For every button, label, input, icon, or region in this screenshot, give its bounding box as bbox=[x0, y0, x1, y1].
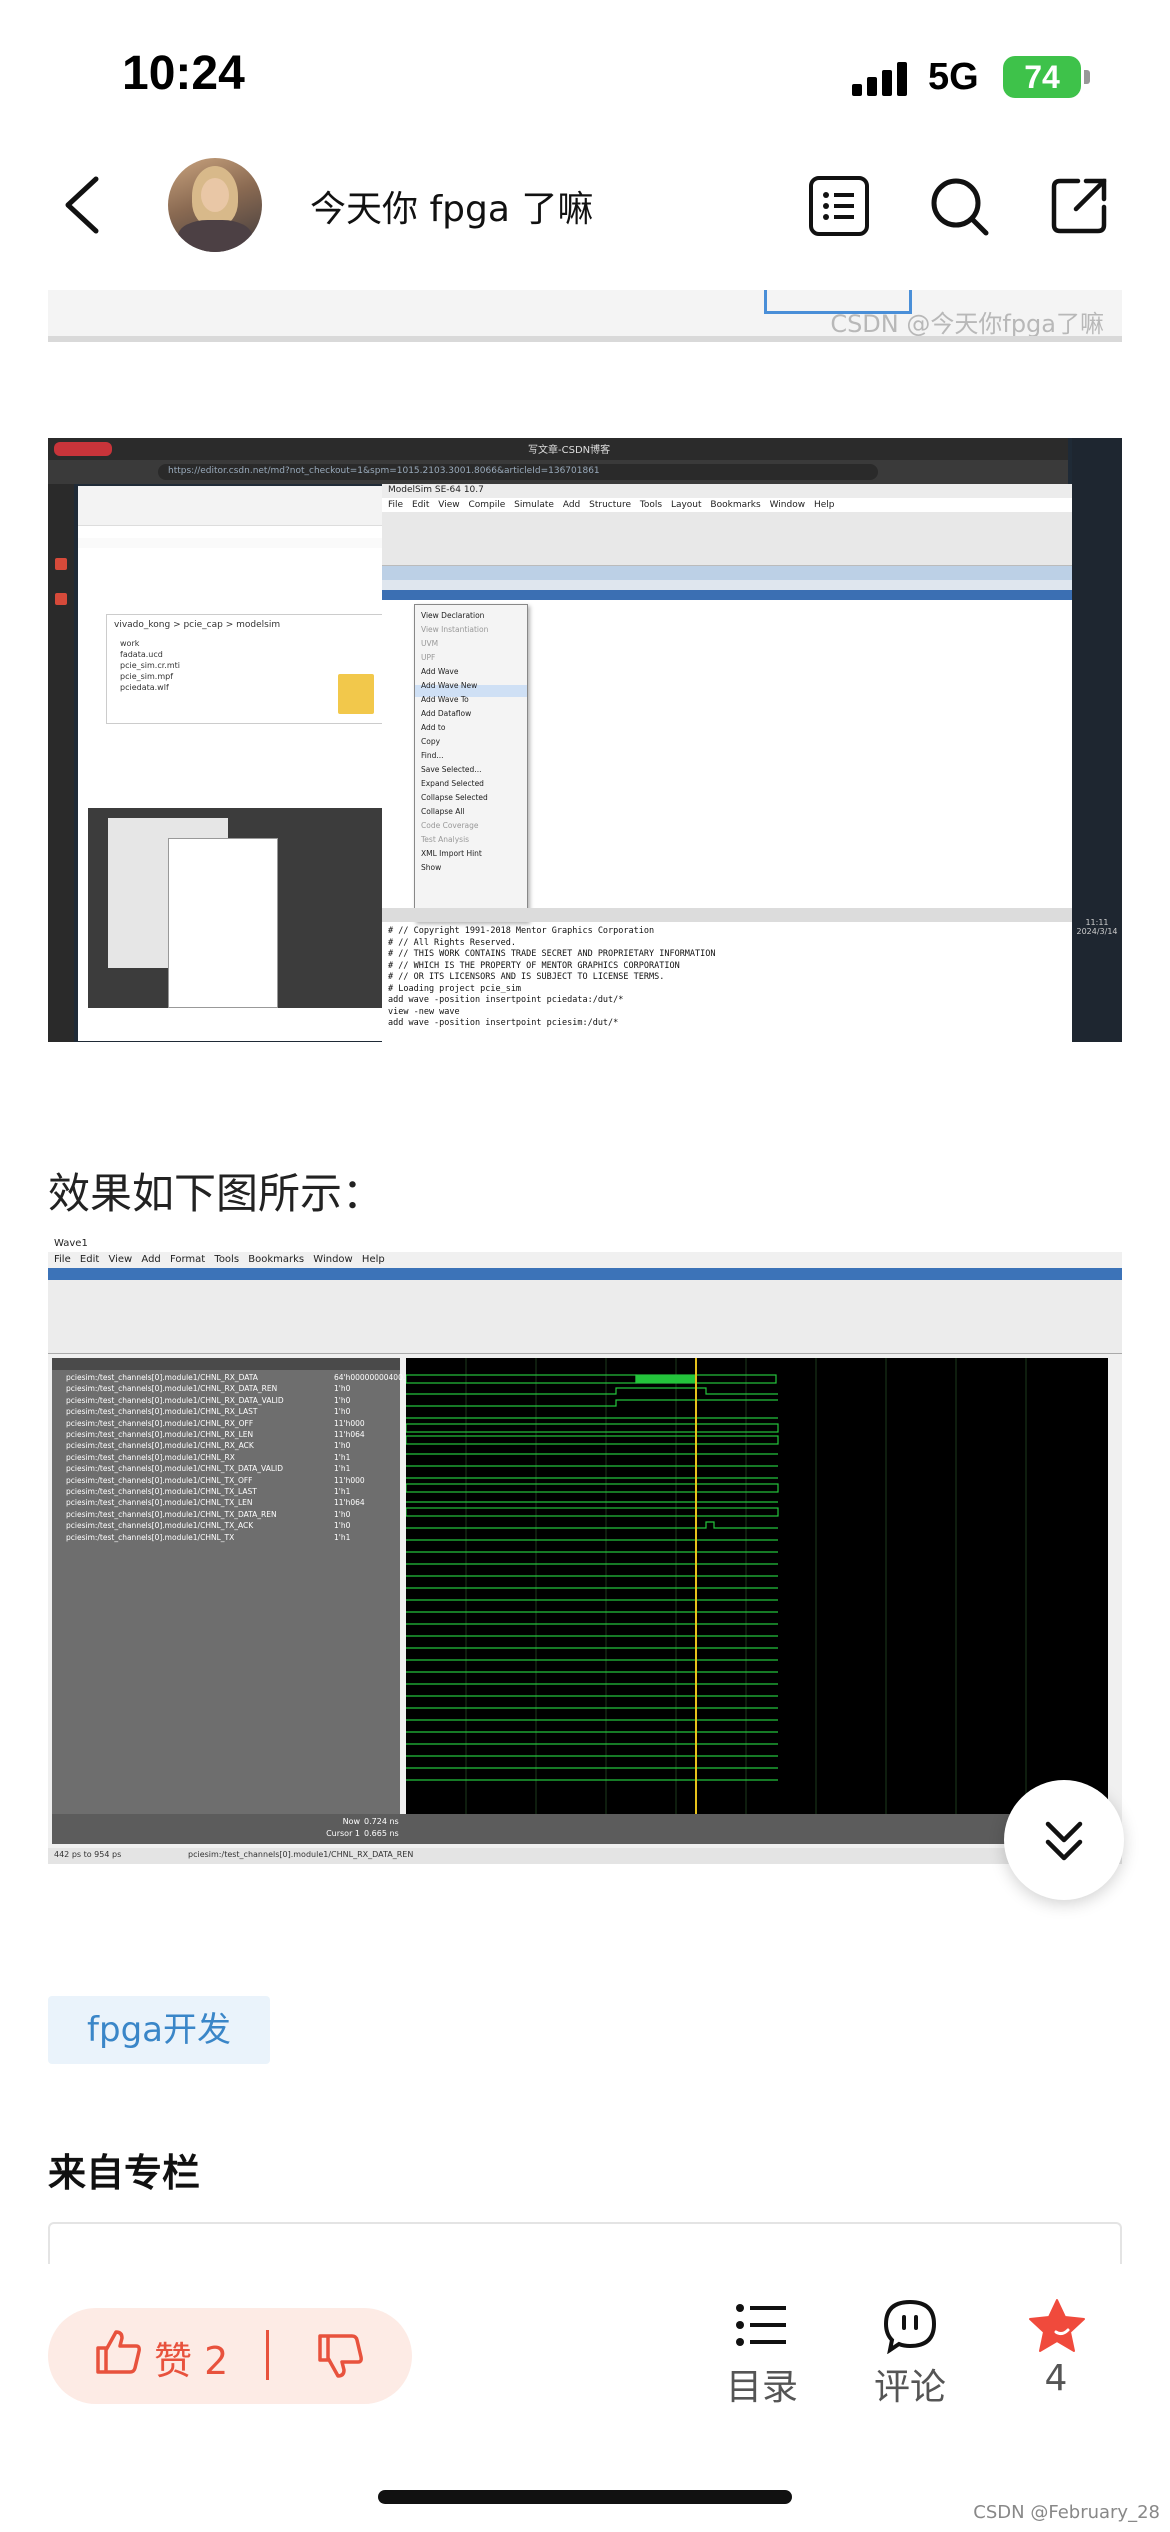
list-icon[interactable] bbox=[808, 175, 870, 237]
image-watermark: CSDN @今天你fpga了嘛 bbox=[830, 310, 1104, 338]
wave-menu: File Edit View Add Format Tools Bookmark… bbox=[54, 1254, 385, 1265]
toc-label[interactable]: 目录 bbox=[712, 2358, 812, 2410]
article-image-modelsim-desktop: 写文章-CSDN博客 https://editor.csdn.net/md?no… bbox=[48, 438, 1122, 1042]
home-indicator bbox=[378, 2490, 792, 2504]
wave-status-signal: pciesim:/test_channels[0].module1/CHNL_R… bbox=[188, 1850, 414, 1859]
modelsim-title: ModelSim SE-64 10.7 bbox=[388, 485, 484, 495]
file-item: pciedata.wlf bbox=[120, 683, 169, 692]
author-avatar[interactable] bbox=[168, 158, 262, 252]
browser-tab-title: 写文章-CSDN博客 bbox=[528, 445, 611, 456]
author-name[interactable]: 今天你 fpga 了嘛 bbox=[310, 180, 593, 232]
network-type: 5G bbox=[928, 56, 979, 98]
signal-list: pciesim:/test_channels[0].module1/CHNL_R… bbox=[66, 1373, 284, 1542]
wave-title: Wave1 bbox=[54, 1238, 88, 1249]
article-image-previous: CSDN @今天你fpga了嘛 bbox=[48, 290, 1122, 342]
signal-strength-icon bbox=[852, 62, 912, 96]
comment-icon[interactable] bbox=[882, 2298, 938, 2354]
battery-icon: 74 bbox=[1003, 56, 1081, 98]
wave-status-range: 442 ps to 954 ps bbox=[54, 1850, 122, 1859]
thumb-down-icon[interactable] bbox=[314, 2330, 366, 2382]
article-caption: 效果如下图所示： bbox=[48, 1169, 385, 1218]
file-item: pcie_sim.cr.mti bbox=[120, 661, 180, 670]
favorite-star-icon[interactable] bbox=[1026, 2296, 1088, 2356]
file-item: pcie_sim.mpf bbox=[120, 672, 174, 681]
thumb-up-icon[interactable] bbox=[92, 2326, 144, 2378]
back-arrow-icon[interactable] bbox=[60, 175, 106, 235]
double-chevron-down-icon bbox=[1045, 1821, 1083, 1861]
transcript: # // Copyright 1991-2018 Mentor Graphics… bbox=[388, 926, 716, 1028]
scroll-down-button[interactable] bbox=[1004, 1780, 1124, 1900]
context-menu: View Declaration View Instantiation UVM … bbox=[414, 604, 528, 922]
file-item: work bbox=[120, 639, 140, 648]
comment-label[interactable]: 评论 bbox=[860, 2358, 960, 2410]
status-time: 10:24 bbox=[122, 47, 245, 100]
signal-values: 64'h00000000400... 1'h0 1'h0 1'h0 11'h00… bbox=[334, 1373, 410, 1542]
status-bar: 10:24 5G 74 bbox=[0, 0, 1170, 150]
browser-url: https://editor.csdn.net/md?not_checkout=… bbox=[168, 466, 600, 476]
share-icon[interactable] bbox=[1048, 175, 1110, 237]
wave-pane bbox=[406, 1358, 1108, 1814]
modelsim-menu: File Edit View Compile Simulate Add Stru… bbox=[388, 500, 835, 510]
file-path: vivado_kong > pcie_cap > modelsim bbox=[114, 620, 281, 630]
column-heading: 来自专栏 bbox=[48, 2151, 201, 2195]
like-button[interactable]: 赞 2 bbox=[154, 2330, 228, 2385]
footer-watermark: CSDN @February_28 bbox=[973, 2502, 1160, 2523]
battery-cap bbox=[1084, 70, 1090, 84]
article-image-wave-window: Wave1 File Edit View Add Format Tools Bo… bbox=[48, 1236, 1122, 1864]
file-item: fadata.ucd bbox=[120, 650, 163, 659]
article-tag[interactable]: fpga开发 bbox=[48, 1996, 270, 2064]
toc-icon[interactable] bbox=[734, 2300, 790, 2350]
favorite-count[interactable]: 4 bbox=[1006, 2358, 1106, 2399]
search-icon[interactable] bbox=[928, 175, 990, 237]
like-separator bbox=[266, 2330, 269, 2380]
